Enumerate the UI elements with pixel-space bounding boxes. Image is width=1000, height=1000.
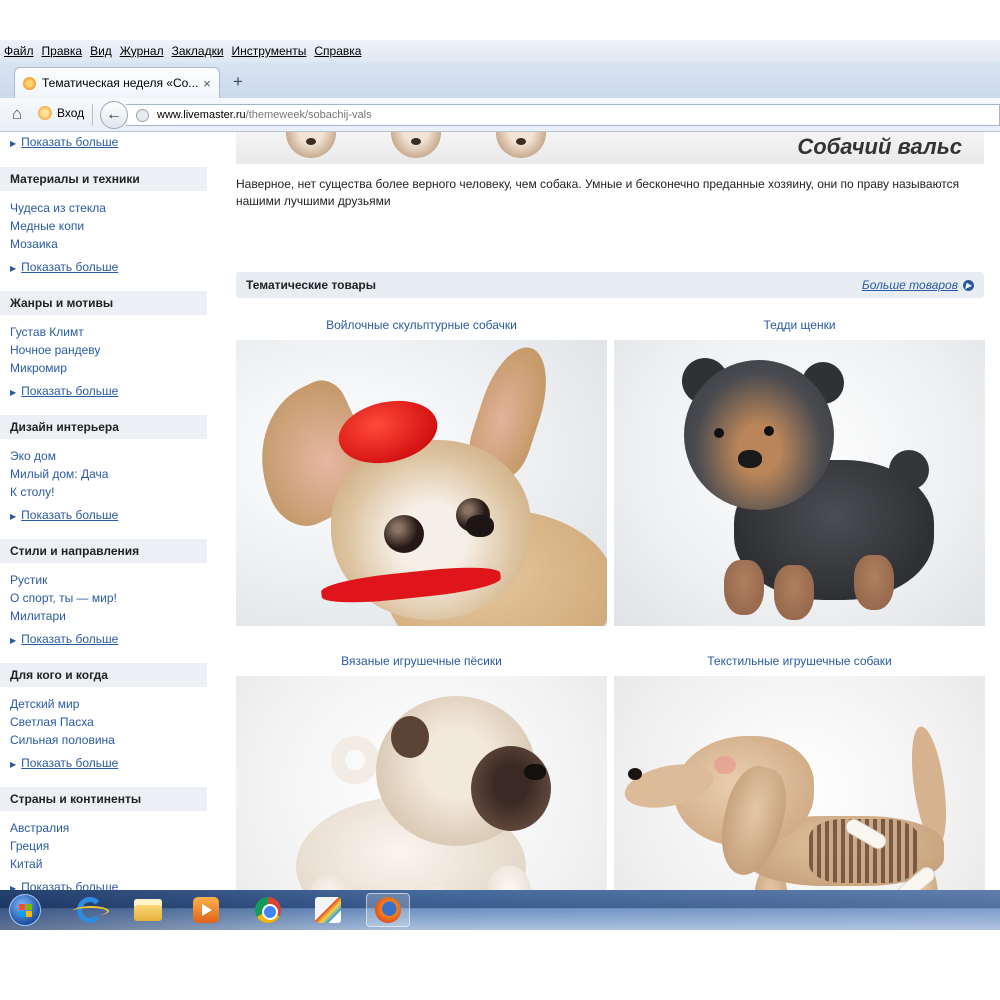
paint-icon[interactable] — [310, 893, 346, 927]
back-arrow-icon[interactable]: ← — [100, 101, 128, 129]
sidebar-link[interactable]: Медные копи — [10, 219, 84, 233]
sidebar: Показать больше Материалы и техники Чуде… — [0, 132, 207, 930]
sidebar-show-more[interactable]: Показать больше — [10, 260, 118, 274]
menu-bookmarks[interactable]: Закладки — [172, 44, 224, 58]
sidebar-link[interactable]: Австралия — [10, 821, 69, 835]
category-styles-heading: Стили и направления — [0, 539, 207, 563]
taskbar — [0, 890, 1000, 930]
home-icon[interactable]: ⌂ — [8, 105, 26, 123]
sidebar-link[interactable]: Детский мир — [10, 697, 79, 711]
screen: Файл Правка Вид Журнал Закладки Инструме… — [0, 40, 1000, 930]
tab-strip: Тематическая неделя «Со... × + — [0, 62, 1000, 98]
menu-history[interactable]: Журнал — [120, 44, 164, 58]
section-title: Тематические товары — [246, 278, 376, 292]
product-caption[interactable]: Тедди щенки — [614, 318, 985, 332]
banner-toy-image — [496, 132, 546, 158]
tab-close-icon[interactable]: × — [199, 76, 215, 91]
firefox-icon[interactable] — [366, 893, 410, 927]
sidebar-show-more[interactable]: Показать больше — [10, 508, 118, 522]
product-caption[interactable]: Текстильные игрушечные собаки — [614, 654, 985, 668]
sidebar-link[interactable]: Милитари — [10, 609, 66, 623]
sidebar-link[interactable]: Густав Климт — [10, 325, 84, 339]
address-bar[interactable]: www.livemaster.ru/themeweek/sobachij-val… — [126, 104, 1000, 126]
sidebar-link[interactable]: Микромир — [10, 361, 67, 375]
internet-explorer-icon[interactable] — [72, 893, 109, 927]
url-path: /themeweek/sobachij-vals — [245, 109, 372, 121]
sidebar-link[interactable]: К столу! — [10, 485, 54, 499]
login-label: Вход — [57, 106, 85, 120]
main-content: Собачий вальс Наверное, нет существа бол… — [236, 132, 990, 930]
tab-title: Тематическая неделя «Со... — [42, 76, 199, 90]
navigation-bar: ⌂ Вход www.livemaster.ru/themeweek/sobac… — [0, 98, 1000, 132]
login-button[interactable]: Вход — [38, 106, 84, 120]
url-host: www.livemaster.ru — [157, 109, 246, 121]
sidebar-link[interactable]: Греция — [10, 839, 49, 853]
tab-themeweek[interactable]: Тематическая неделя «Со... × — [14, 67, 220, 98]
category-genres-heading: Жанры и мотивы — [0, 291, 207, 315]
new-tab-button[interactable]: + — [230, 72, 246, 92]
sidebar-link[interactable]: Мозаика — [10, 237, 58, 251]
banner-toy-image — [286, 132, 336, 158]
menu-tools[interactable]: Инструменты — [232, 44, 307, 58]
menu-edit[interactable]: Правка — [42, 44, 83, 58]
menu-file[interactable]: Файл — [4, 44, 34, 58]
windows-start-icon[interactable] — [6, 893, 44, 927]
menu-bar: Файл Правка Вид Журнал Закладки Инструме… — [0, 40, 1000, 62]
page-content: Показать больше Материалы и техники Чуде… — [0, 132, 1000, 930]
chrome-icon[interactable] — [250, 893, 286, 927]
login-icon — [38, 106, 52, 120]
folder-icon[interactable] — [130, 893, 166, 927]
toolbar-divider — [92, 104, 93, 126]
product-caption[interactable]: Войлочные скульптурные собачки — [236, 318, 607, 332]
sidebar-link[interactable]: Светлая Пасха — [10, 715, 94, 729]
sidebar-show-more[interactable]: Показать больше — [10, 756, 118, 770]
product-caption[interactable]: Вязаные игрушечные пёсики — [236, 654, 607, 668]
category-interior-heading: Дизайн интерьера — [0, 415, 207, 439]
sidebar-show-more[interactable]: Показать больше — [10, 632, 118, 646]
category-materials-heading: Материалы и техники — [0, 167, 207, 191]
more-goods-label: Больше товаров — [861, 278, 958, 292]
sidebar-link[interactable]: Эко дом — [10, 449, 56, 463]
product-photo-felt-chihuahua[interactable] — [236, 340, 607, 626]
livemaster-favicon-icon — [23, 76, 36, 90]
sidebar-link[interactable]: Чудеса из стекла — [10, 201, 106, 215]
menu-view[interactable]: Вид — [90, 44, 112, 58]
more-goods-link[interactable]: Больше товаров ▶ — [862, 272, 974, 298]
site-identity-icon[interactable] — [136, 108, 149, 122]
banner-toy-image — [391, 132, 441, 158]
theme-banner: Собачий вальс — [236, 132, 984, 164]
sidebar-link[interactable]: Милый дом: Дача — [10, 467, 108, 481]
sidebar-show-more[interactable]: Показать больше — [10, 384, 118, 398]
product-photo-teddy-yorkie[interactable] — [614, 340, 985, 626]
sidebar-link[interactable]: О спорт, ты — мир! — [10, 591, 117, 605]
menu-help[interactable]: Справка — [314, 44, 361, 58]
category-countries-heading: Страны и континенты — [0, 787, 207, 811]
sidebar-link[interactable]: Сильная половина — [10, 733, 115, 747]
sidebar-link[interactable]: Рустик — [10, 573, 47, 587]
category-audience-heading: Для кого и когда — [0, 663, 207, 687]
page-title: Собачий вальс — [797, 134, 962, 159]
sidebar-show-more-top[interactable]: Показать больше — [10, 135, 118, 149]
media-player-icon[interactable] — [188, 893, 224, 927]
intro-text: Наверное, нет существа более верного чел… — [236, 177, 960, 208]
section-header: Тематические товары Больше товаров ▶ — [236, 272, 984, 298]
sidebar-link[interactable]: Ночное рандеву — [10, 343, 100, 357]
sidebar-link[interactable]: Китай — [10, 857, 42, 871]
arrow-right-icon: ▶ — [963, 279, 974, 291]
